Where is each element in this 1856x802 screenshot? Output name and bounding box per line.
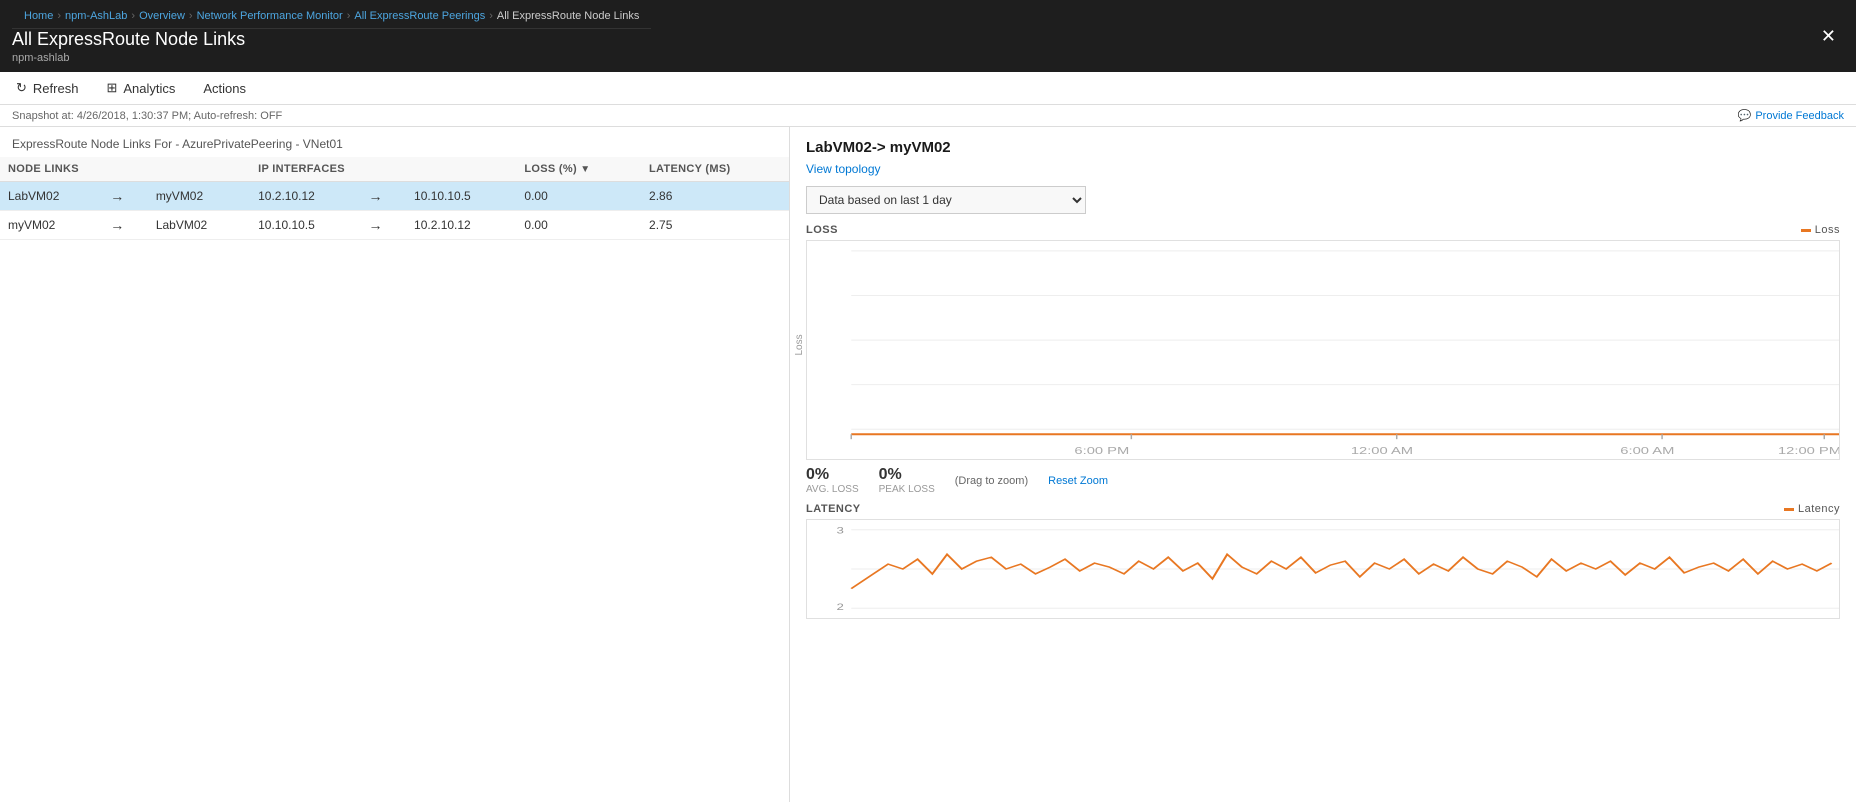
drag-zoom-hint: (Drag to zoom) [955,475,1028,487]
svg-text:3: 3 [836,527,843,536]
svg-text:6:00 AM: 6:00 AM [1620,445,1674,456]
svg-text:12:00 AM: 12:00 AM [1351,445,1413,456]
loss-y-axis-label: Loss [794,334,805,355]
avg-loss-block: 0% AVG. LOSS [806,466,859,495]
feedback-link[interactable]: 💬 Provide Feedback [1738,109,1844,122]
node2-cell: myVM02 [148,182,250,211]
snapshot-bar: Snapshot at: 4/26/2018, 1:30:37 PM; Auto… [0,105,1856,127]
view-topology-link[interactable]: View topology [806,162,881,176]
page-subtitle: npm-ashlab [12,52,651,64]
ip1-cell: 10.10.10.5 [250,211,360,240]
arrow-icon: → [102,211,148,240]
arrow-icon: → [360,211,406,240]
snapshot-text: Snapshot at: 4/26/2018, 1:30:37 PM; Auto… [12,110,282,122]
col-loss: LOSS (%) ▼ [516,157,641,182]
analytics-icon: ⊞ [106,80,117,96]
latency-cell: 2.75 [641,211,789,240]
breadcrumb-overview[interactable]: Overview [139,10,185,22]
title-bar: Home › npm-AshLab › Overview › Network P… [0,0,1856,72]
analytics-button[interactable]: ⊞ Analytics [102,78,179,98]
latency-legend: Latency [1784,503,1840,515]
avg-loss-label: AVG. LOSS [806,484,859,495]
latency-legend-dot [1784,508,1794,511]
arrow-icon: → [360,182,406,211]
loss-chart: Loss 6:00 PM [806,240,1840,460]
node2-cell: LabVM02 [148,211,250,240]
time-range-select[interactable]: Data based on last 1 day Data based on l… [806,186,1086,214]
latency-chart: 3 2 [806,519,1840,619]
table-row[interactable]: LabVM02 → myVM02 10.2.10.12 → 10.10.10.5… [0,182,789,211]
latency-label: LATENCY Latency [806,503,1840,515]
section-title: ExpressRoute Node Links For - AzurePriva… [0,127,789,157]
arrow-icon: → [102,182,148,211]
breadcrumb-current: All ExpressRoute Node Links [497,10,639,22]
loss-cell: 0.00 [516,182,641,211]
loss-legend-dot [1801,229,1811,232]
actions-button[interactable]: Actions [199,79,250,98]
latency-svg: 3 2 [807,520,1839,618]
table-container: NODE LINKS IP INTERFACES LOSS (%) ▼ LATE… [0,157,789,240]
ip1-cell: 10.2.10.12 [250,182,360,211]
peak-loss-block: 0% PEAK LOSS [879,466,935,495]
svg-text:2: 2 [836,603,843,612]
breadcrumb-peerings[interactable]: All ExpressRoute Peerings [354,10,485,22]
left-panel: ExpressRoute Node Links For - AzurePriva… [0,127,790,802]
loss-svg: 6:00 PM 12:00 AM 6:00 AM 12:00 PM [807,241,1839,459]
feedback-icon: 💬 [1738,109,1752,122]
node1-cell: myVM02 [0,211,102,240]
loss-cell: 0.00 [516,211,641,240]
toolbar: ↻ Refresh ⊞ Analytics Actions [0,72,1856,105]
ip2-cell: 10.10.10.5 [406,182,516,211]
loss-label: LOSS Loss [806,224,1840,236]
sort-icon: ▼ [580,164,590,175]
close-button[interactable]: ✕ [1813,22,1844,51]
table-header-row: NODE LINKS IP INTERFACES LOSS (%) ▼ LATE… [0,157,789,182]
peak-loss-label: PEAK LOSS [879,484,935,495]
breadcrumb-home[interactable]: Home [24,10,53,22]
node-links-table: NODE LINKS IP INTERFACES LOSS (%) ▼ LATE… [0,157,789,240]
latency-cell: 2.86 [641,182,789,211]
ip2-cell: 10.2.10.12 [406,211,516,240]
detail-heading: LabVM02-> myVM02 [806,139,1840,156]
table-row[interactable]: myVM02 → LabVM02 10.10.10.5 → 10.2.10.12… [0,211,789,240]
svg-text:12:00 PM: 12:00 PM [1778,445,1839,456]
loss-stats: 0% AVG. LOSS 0% PEAK LOSS (Drag to zoom)… [806,466,1840,495]
right-panel: LabVM02-> myVM02 View topology Data base… [790,127,1856,802]
main-layout: ExpressRoute Node Links For - AzurePriva… [0,127,1856,802]
node1-cell: LabVM02 [0,182,102,211]
col-ip-interfaces: IP INTERFACES [250,157,516,182]
refresh-button[interactable]: ↻ Refresh [12,78,82,98]
refresh-icon: ↻ [16,80,27,96]
breadcrumb: Home › npm-AshLab › Overview › Network P… [12,8,651,29]
page-title: All ExpressRoute Node Links [12,29,651,50]
peak-loss-value: 0% [879,466,935,484]
loss-legend: Loss [1801,224,1840,236]
time-range-row: Data based on last 1 day Data based on l… [806,186,1840,214]
breadcrumb-npm-monitor[interactable]: Network Performance Monitor [197,10,343,22]
avg-loss-value: 0% [806,466,859,484]
col-node-links: NODE LINKS [0,157,250,182]
breadcrumb-npm[interactable]: npm-AshLab [65,10,127,22]
col-latency: LATENCY (MS) [641,157,789,182]
loss-section: LOSS Loss Loss [806,224,1840,619]
reset-zoom-link[interactable]: Reset Zoom [1048,475,1108,487]
svg-text:6:00 PM: 6:00 PM [1074,445,1129,456]
